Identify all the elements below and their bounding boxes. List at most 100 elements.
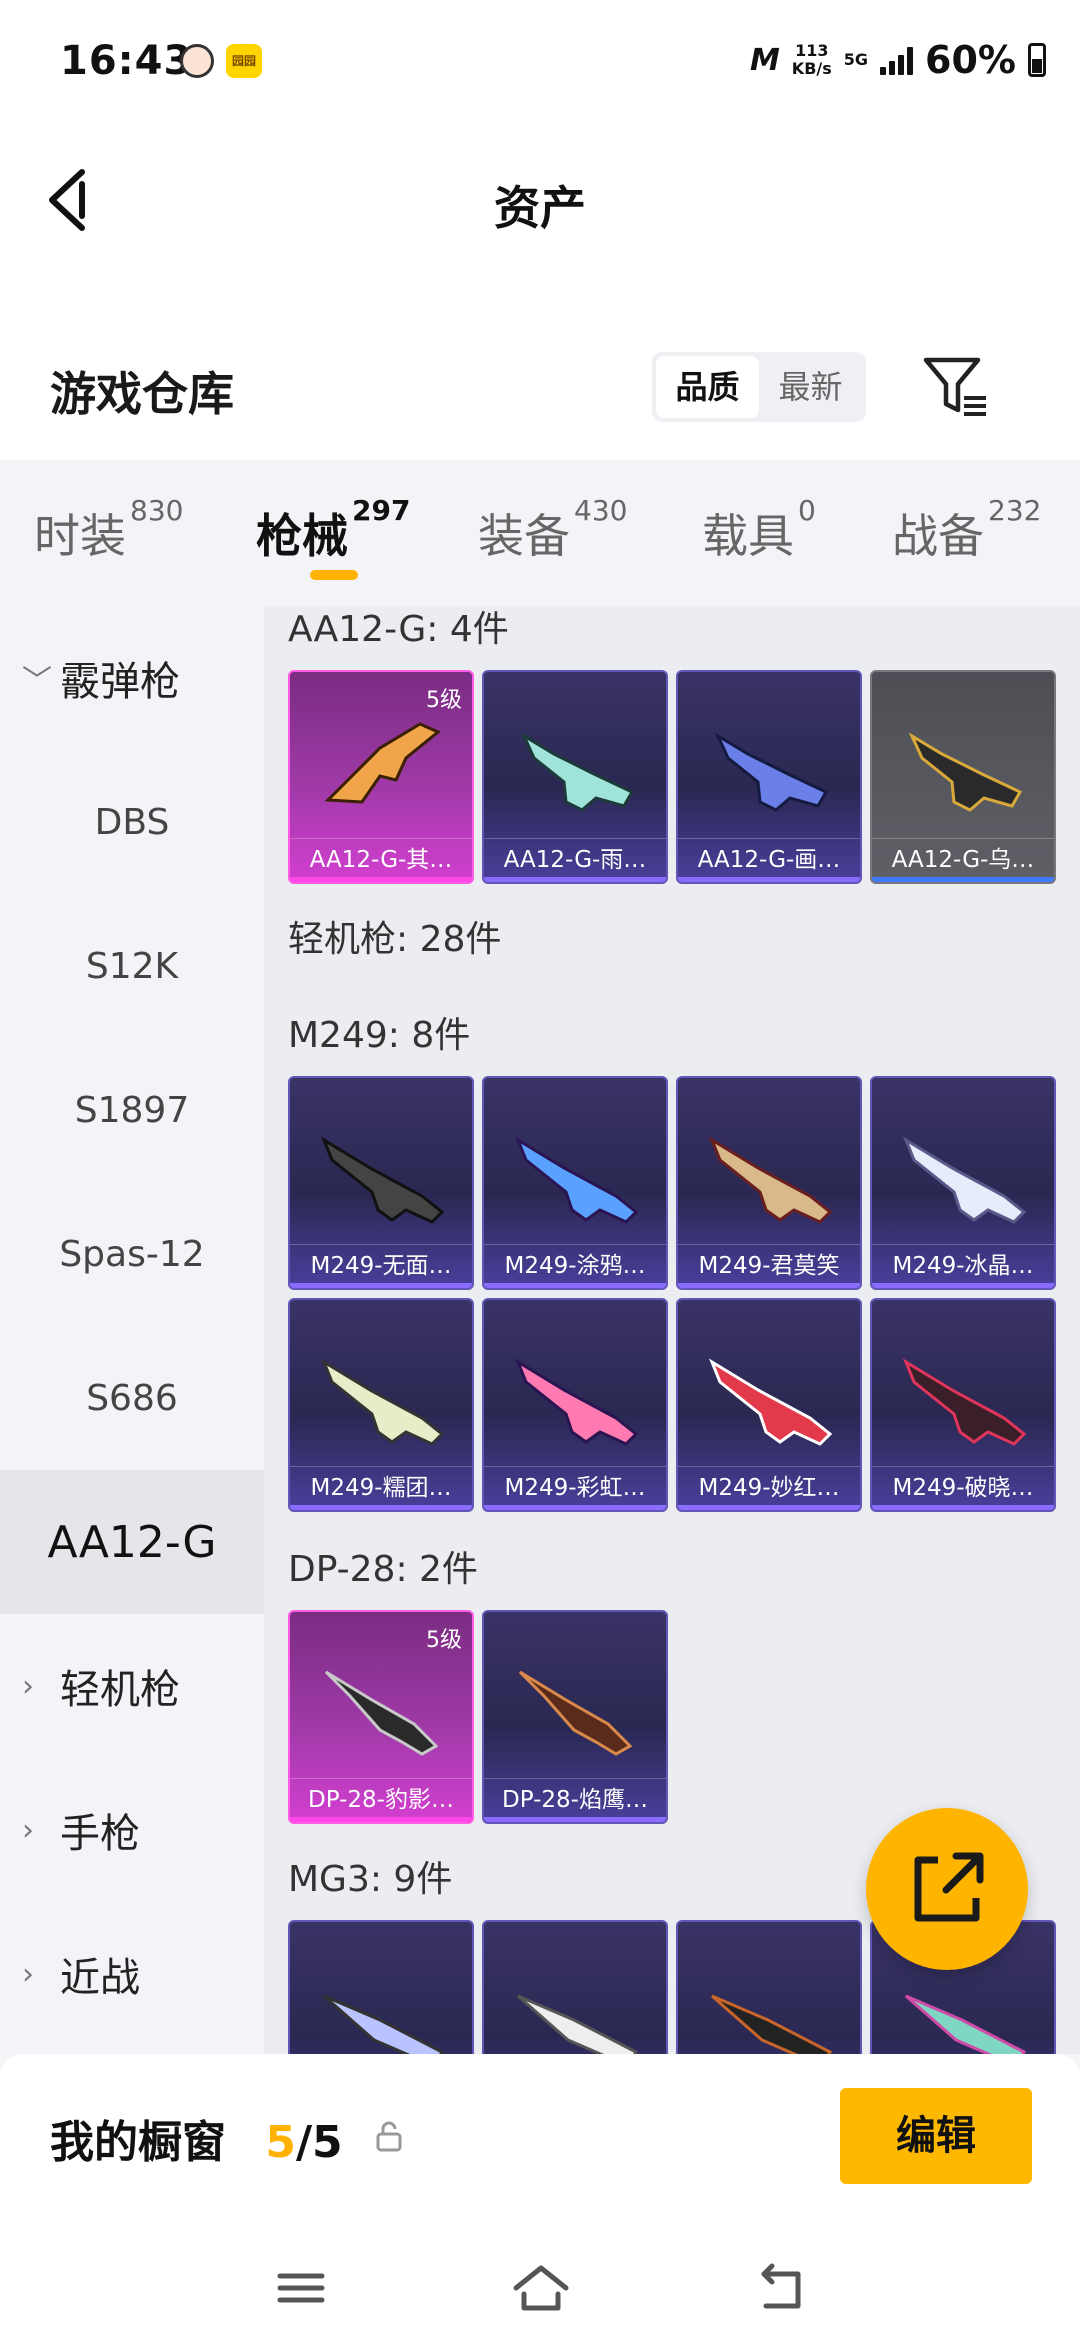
item-card[interactable]: M249-破晓… (870, 1298, 1056, 1512)
item-card[interactable]: M249-冰晶… (870, 1076, 1056, 1290)
warehouse-header: 游戏仓库 品质 最新 (0, 280, 1080, 460)
machine-gun-icon (902, 1358, 1027, 1446)
tab-count: 232 (988, 493, 1042, 527)
item-name: AA12-G-雨… (484, 838, 666, 882)
item-name: AA12-G-画… (678, 838, 860, 882)
home-icon[interactable] (506, 2258, 576, 2318)
edit-button[interactable]: 编辑 (840, 2088, 1032, 2184)
item-card[interactable] (288, 1920, 474, 2054)
filter-icon[interactable] (920, 352, 990, 422)
machine-gun-icon (711, 1994, 833, 2054)
item-card[interactable]: M249-无面… (288, 1076, 474, 1290)
sidebar-item-melee[interactable]: › 近战 (0, 1902, 264, 2046)
sidebar-item-s686[interactable]: S686 (0, 1326, 264, 1470)
item-card[interactable]: M249-妙红… (676, 1298, 862, 1512)
item-name: M249-无面… (290, 1244, 472, 1288)
item-card[interactable]: AA12-G-雨… (482, 670, 668, 884)
group-header-m249: M249: 8件 (288, 1015, 471, 1056)
sidebar-item-pistol[interactable]: › 手枪 (0, 1758, 264, 1902)
share-icon (914, 1852, 984, 1922)
sidebar-item-lmg[interactable]: › 轻机枪 (0, 1614, 264, 1758)
level-badge: 5级 (426, 1628, 462, 1653)
tab-label: 时装 (34, 509, 126, 563)
item-card[interactable]: 5级 DP-28-豹影… (288, 1610, 474, 1824)
page-title: 资产 (494, 181, 586, 235)
rifle-icon (520, 732, 635, 812)
sort-quality-button[interactable]: 品质 (656, 356, 759, 418)
sort-toggle: 品质 最新 (652, 352, 866, 422)
rarity-bar (290, 877, 472, 882)
rarity-bar (290, 1283, 472, 1288)
tab-fashion[interactable]: 时装 830 (34, 494, 183, 566)
item-card[interactable]: M249-糯团… (288, 1298, 474, 1512)
machine-gun-icon (323, 1994, 445, 2054)
network-type: 5G (843, 50, 869, 69)
sidebar-item-s12k[interactable]: S12K (0, 894, 264, 1038)
brand-icon: M (749, 42, 780, 78)
item-card[interactable]: AA12-G-乌… (870, 670, 1056, 884)
showcase-current: 5 (265, 2117, 296, 2168)
item-name: M249-涂鸦… (484, 1244, 666, 1288)
tab-gear[interactable]: 战备 232 (892, 494, 1041, 566)
item-card[interactable]: M249-君莫笑 (676, 1076, 862, 1290)
rifle-icon (324, 722, 441, 804)
machine-gun-icon (905, 1994, 1027, 2054)
sidebar-item-shotgun[interactable]: ﹀ 霰弹枪 (0, 606, 264, 750)
tab-equipment[interactable]: 装备 430 (478, 494, 627, 566)
item-card[interactable] (482, 1920, 668, 2054)
item-name: DP-28-焰鹰… (484, 1778, 666, 1822)
group-header-aa12g: AA12-G: 4件 (288, 609, 509, 650)
sort-newest-button[interactable]: 最新 (759, 356, 862, 418)
signal-icon (880, 45, 914, 75)
rarity-bar (290, 1505, 472, 1510)
sidebar-item-spas12[interactable]: Spas-12 (0, 1182, 264, 1326)
chevron-right-icon: › (22, 1956, 34, 1992)
machine-gun-icon (517, 1994, 639, 2054)
tab-label: 载具 (702, 509, 794, 563)
machine-gun-icon (320, 1358, 445, 1446)
rarity-bar (484, 1505, 666, 1510)
status-time: 16:43 (60, 38, 193, 84)
speed-value: 113 (795, 41, 829, 60)
tab-label: 枪械 (256, 509, 348, 563)
item-name: M249-糯团… (290, 1466, 472, 1510)
rarity-bar (678, 1283, 860, 1288)
machine-gun-icon (514, 1358, 639, 1446)
tab-vehicles[interactable]: 载具 0 (702, 494, 816, 566)
system-navbar (0, 2234, 1080, 2344)
sidebar-item-label: 轻机枪 (60, 1667, 180, 1713)
item-card[interactable]: M249-涂鸦… (482, 1076, 668, 1290)
machine-gun-icon (708, 1136, 833, 1224)
item-card[interactable]: AA12-G-画… (676, 670, 862, 884)
menu-icon[interactable] (266, 2258, 336, 2318)
sidebar-item-aa12g[interactable]: AA12-G (0, 1470, 264, 1614)
showcase-total: /5 (295, 2117, 343, 2168)
item-name: M249-冰晶… (872, 1244, 1054, 1288)
item-card[interactable] (676, 1920, 862, 2054)
rarity-bar (484, 877, 666, 882)
sidebar-item-dbs[interactable]: DBS (0, 750, 264, 894)
tab-guns[interactable]: 枪械 297 (256, 494, 410, 566)
status-bar: 16:43 园园 M 113 KB/s 5G 60% (0, 0, 1080, 120)
item-name: AA12-G-其… (290, 838, 472, 882)
group-header-mg3: MG3: 9件 (288, 1859, 453, 1900)
item-card[interactable]: DP-28-焰鹰… (482, 1610, 668, 1824)
machine-gun-icon (324, 1670, 439, 1756)
app-header: 资产 (0, 120, 1080, 280)
machine-gun-icon (518, 1670, 633, 1756)
sidebar-item-s1897[interactable]: S1897 (0, 1038, 264, 1182)
item-name: AA12-G-乌… (872, 838, 1054, 882)
return-icon[interactable] (746, 2258, 816, 2318)
weapon-type-sidebar: ﹀ 霰弹枪 DBS S12K S1897 Spas-12 S686 AA12-G … (0, 606, 264, 2054)
tab-count: 430 (574, 493, 628, 527)
item-card[interactable]: M249-彩虹… (482, 1298, 668, 1512)
avatar-icon (180, 44, 214, 78)
item-name: M249-破晓… (872, 1466, 1054, 1510)
rarity-bar (872, 1283, 1054, 1288)
group-header-lmg: 轻机枪: 28件 (288, 919, 502, 960)
rarity-bar (678, 877, 860, 882)
item-card[interactable]: 5级 AA12-G-其… (288, 670, 474, 884)
showcase-title: 我的橱窗 (50, 2117, 226, 2168)
machine-gun-icon (514, 1136, 639, 1224)
share-button[interactable] (866, 1808, 1028, 1970)
